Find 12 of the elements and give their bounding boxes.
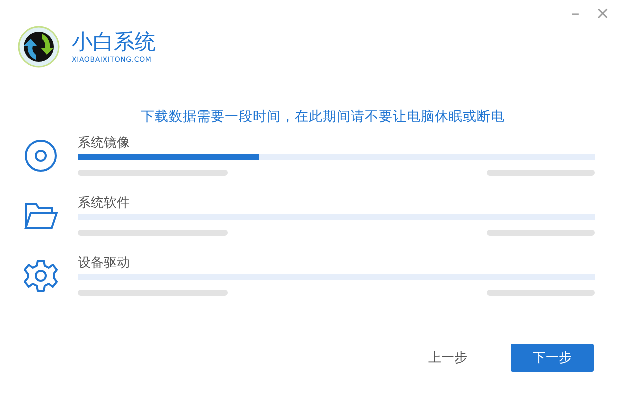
folder-icon bbox=[24, 201, 58, 231]
notice-text: 下载数据需要一段时间，在此期间请不要让电脑休眠或断电 bbox=[140, 108, 506, 126]
item-label: 系统软件 bbox=[78, 196, 131, 212]
app-title: 小白系统 bbox=[72, 30, 156, 54]
logo-icon bbox=[18, 26, 60, 68]
next-button[interactable]: 下一步 bbox=[511, 344, 594, 372]
item-label: 系统镜像 bbox=[78, 136, 131, 152]
item-label: 设备驱动 bbox=[78, 256, 131, 272]
close-button[interactable]: × bbox=[592, 4, 614, 24]
disc-icon bbox=[24, 139, 58, 173]
minimize-button[interactable]: – bbox=[567, 4, 584, 24]
settings-icon bbox=[24, 259, 58, 293]
